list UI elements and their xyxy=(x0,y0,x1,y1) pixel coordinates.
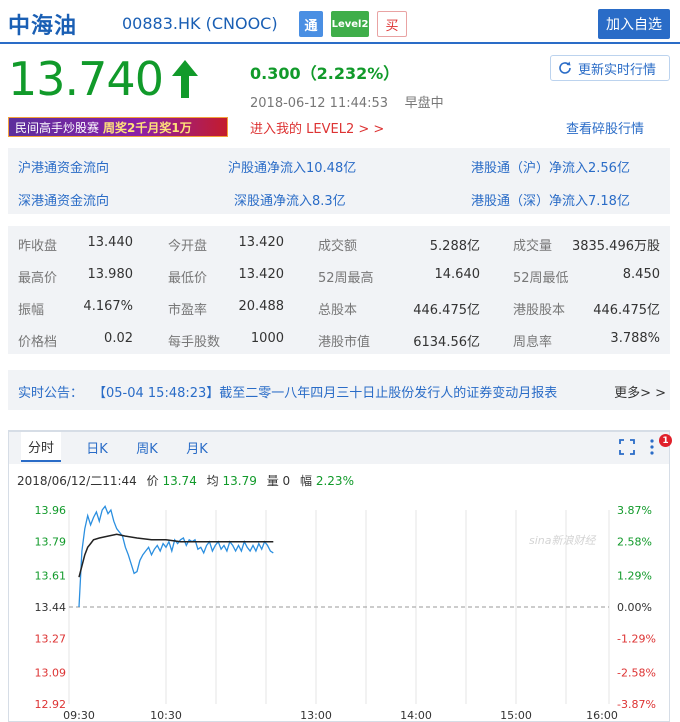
stat-label: 52周最高 xyxy=(318,271,374,286)
flow-title[interactable]: 沪港通资金流向 xyxy=(18,157,109,176)
intraday-chart[interactable]: sina新浪财经 13.96 3.87% 13.79 2.58% 13.61 1.29% 13… xyxy=(9,432,669,722)
y-tick-label: 13.44 xyxy=(35,601,67,614)
stat-value: 5.288亿 xyxy=(429,239,480,254)
flow-northbound: 沪股通净流入10.48亿 xyxy=(228,161,357,176)
buy-badge[interactable]: 买 xyxy=(377,11,407,37)
stat-label: 昨收盘 xyxy=(18,239,58,254)
refresh-quote-button[interactable]: 更新实时行情 xyxy=(550,55,670,81)
flow-row: 沪港通资金流向 沪股通净流入10.48亿 港股通（沪）净流入2.56亿 xyxy=(8,148,670,181)
stat-value: 446.475亿 xyxy=(593,303,660,318)
stats-row: 最高价 13.980 最低价 13.420 52周最高 14.640 52周最低 8.450 xyxy=(8,258,670,290)
stats-row: 价格档 0.02 每手股数 1000 港股市值 6134.56亿 周息率 3.788% xyxy=(8,322,670,354)
y-tick-label-right: 1.29% xyxy=(617,569,652,582)
y-tick-label: 13.27 xyxy=(35,633,67,646)
stock-name: 中海油 xyxy=(8,14,78,39)
watermark: sina新浪财经 xyxy=(529,534,596,547)
stat-value: 20.488 xyxy=(238,299,285,314)
y-tick-label-right: -2.58% xyxy=(617,666,656,679)
quote-time: 2018-06-12 11:44:53 早盘中 xyxy=(250,92,444,111)
current-price: 13.740 xyxy=(8,52,164,106)
stat-value: 8.450 xyxy=(622,267,660,282)
y-tick-label: 13.61 xyxy=(35,569,67,582)
more-link[interactable]: 更多> > xyxy=(614,382,666,401)
stat-label: 最高价 xyxy=(18,271,58,286)
stat-value: 3.788% xyxy=(610,331,660,346)
y-tick-label: 13.79 xyxy=(35,536,67,549)
flow-title[interactable]: 深港通资金流向 xyxy=(18,190,109,209)
stat-value: 6134.56亿 xyxy=(413,335,480,350)
banner-prize: 周奖2千月奖1万 xyxy=(103,120,192,135)
banner-title: 民间高手炒股赛 xyxy=(15,120,100,135)
stat-value: 13.420 xyxy=(238,267,285,282)
stat-label: 市盈率 xyxy=(168,303,208,318)
stat-label: 成交量 xyxy=(513,239,553,254)
flow-southbound: 港股通（深）净流入7.18亿 xyxy=(471,194,630,209)
up-arrow-icon xyxy=(172,60,198,98)
stat-value: 1000 xyxy=(250,331,284,346)
quote-timestamp: 2018-06-12 11:44:53 xyxy=(250,96,389,111)
odd-lot-link[interactable]: 查看碎股行情 xyxy=(566,118,644,137)
announcement-bar: 实时公告： 【05-04 15:48:23】截至二零一八年四月三十日止股份发行人… xyxy=(8,370,670,410)
stat-value: 13.420 xyxy=(238,235,285,250)
stats-row: 昨收盘 13.440 今开盘 13.420 成交额 5.288亿 成交量 3835.496万股 xyxy=(8,226,670,258)
stats-row: 振幅 4.167% 市盈率 20.488 总股本 446.475亿 港股股本 446.475亿 xyxy=(8,290,670,322)
stat-value: 13.980 xyxy=(87,267,134,282)
price-series-line xyxy=(78,505,274,608)
stat-label: 最低价 xyxy=(168,271,208,286)
y-tick-label: 13.96 xyxy=(35,504,67,517)
x-tick-label: 09:30 xyxy=(63,709,95,722)
stat-label: 振幅 xyxy=(18,303,45,318)
stat-label: 港股市值 xyxy=(318,335,371,350)
x-tick-label: 16:00 xyxy=(586,709,618,722)
flow-row: 深港通资金流向 深股通净流入8.3亿 港股通（深）净流入7.18亿 xyxy=(8,181,670,214)
x-tick-label: 14:00 xyxy=(400,709,432,722)
announcement-link[interactable]: 【05-04 15:48:23】截至二零一八年四月三十日止股份发行人的证券变动月… xyxy=(93,382,557,401)
stat-value: 446.475亿 xyxy=(413,303,480,318)
stock-header: 中海油 00883.HK (CNOOC) 通 Level2 买 加入自选 xyxy=(0,0,680,44)
stats-grid: 昨收盘 13.440 今开盘 13.420 成交额 5.288亿 成交量 3835.496万股… xyxy=(8,226,670,354)
flow-southbound: 港股通（沪）净流入2.56亿 xyxy=(471,161,630,176)
stat-value: 3835.496万股 xyxy=(571,239,660,254)
stat-label: 港股股本 xyxy=(513,303,566,318)
y-tick-label: 12.92 xyxy=(35,698,67,711)
stat-value: 14.640 xyxy=(434,267,481,282)
flow-northbound: 深股通净流入8.3亿 xyxy=(234,194,346,209)
stat-label: 52周最低 xyxy=(513,271,569,286)
stat-value: 4.167% xyxy=(83,299,133,314)
stat-label: 周息率 xyxy=(513,335,553,350)
promo-banner[interactable]: 民间高手炒股赛 周奖2千月奖1万 xyxy=(8,117,228,137)
add-watchlist-button[interactable]: 加入自选 xyxy=(598,9,670,39)
announcement-label: 实时公告： xyxy=(18,386,84,401)
y-tick-label-right: -1.29% xyxy=(617,633,656,646)
y-tick-label-right: -3.87% xyxy=(617,698,656,711)
stat-label: 每手股数 xyxy=(168,335,221,350)
session-status: 早盘中 xyxy=(404,96,444,111)
y-tick-label-right: 0.00% xyxy=(617,601,652,614)
x-tick-label: 15:00 xyxy=(500,709,532,722)
refresh-icon xyxy=(559,61,571,74)
y-tick-label: 13.09 xyxy=(35,666,67,679)
level2-badge[interactable]: Level2 xyxy=(331,11,369,37)
capital-flow-table: 沪港通资金流向 沪股通净流入10.48亿 港股通（沪）净流入2.56亿 深港通资… xyxy=(8,148,670,214)
refresh-label: 更新实时行情 xyxy=(578,62,657,78)
y-tick-label-right: 3.87% xyxy=(617,504,652,517)
stock-code: 00883.HK (CNOOC) xyxy=(122,14,278,33)
stat-value: 0.02 xyxy=(104,331,133,346)
x-tick-label: 10:30 xyxy=(150,709,182,722)
chart-panel: 分时 日K 周K 月K 1 2018/06/12/二11:44 价 13.74 … xyxy=(8,430,672,722)
stat-label: 今开盘 xyxy=(168,239,208,254)
x-tick-label: 13:00 xyxy=(300,709,332,722)
stat-label: 总股本 xyxy=(318,303,358,318)
price-change: 0.300（2.232%） xyxy=(250,64,400,83)
stat-value: 13.440 xyxy=(87,235,134,250)
stat-label: 成交额 xyxy=(318,239,358,254)
y-tick-label-right: 2.58% xyxy=(617,536,652,549)
stat-label: 价格档 xyxy=(18,335,58,350)
stock-connect-badge[interactable]: 通 xyxy=(299,11,323,37)
level2-link[interactable]: 进入我的 LEVEL2 > > xyxy=(250,118,384,137)
